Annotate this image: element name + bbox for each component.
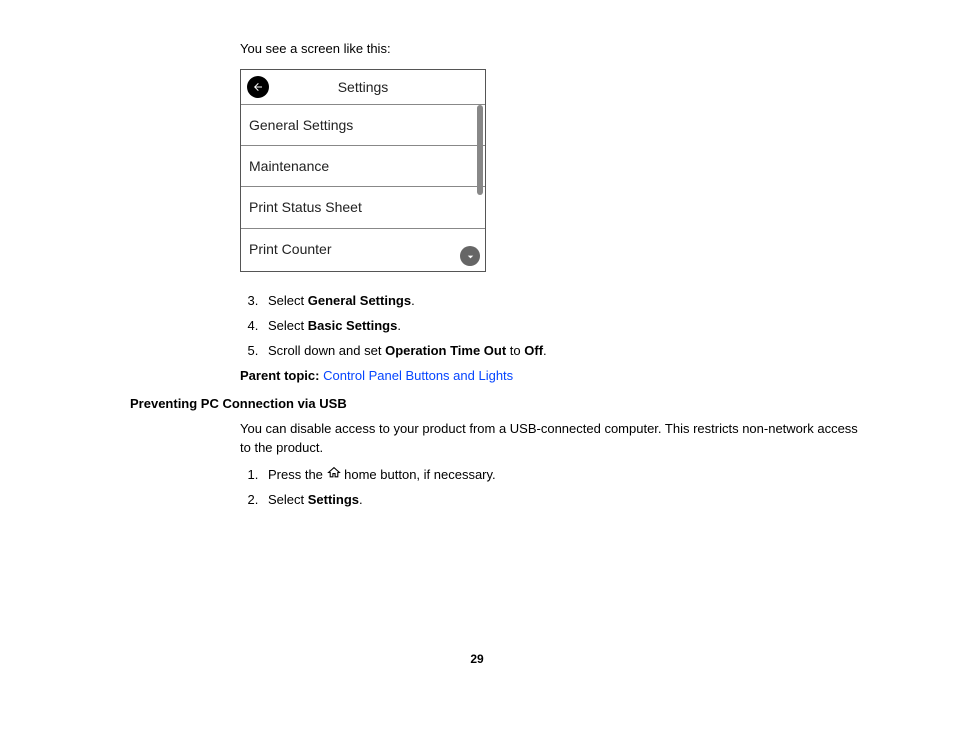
step-bold: Off (524, 343, 543, 358)
instruction-list-a: Select General Settings. Select Basic Se… (240, 292, 864, 361)
back-icon (247, 76, 269, 98)
step-text: . (359, 492, 363, 507)
device-menu-item: Print Status Sheet (241, 187, 485, 228)
step-item: Select Settings. (262, 491, 864, 510)
device-screenshot: Settings General Settings Maintenance Pr… (240, 69, 484, 272)
step-text: Press the (268, 467, 327, 482)
step-text: Select (268, 293, 308, 308)
step-bold: Operation Time Out (385, 343, 506, 358)
device-menu-item: General Settings (241, 105, 485, 146)
section-heading: Preventing PC Connection via USB (130, 395, 894, 414)
parent-topic: Parent topic: Control Panel Buttons and … (240, 367, 864, 386)
step-bold: Basic Settings (308, 318, 398, 333)
device-menu-item: Maintenance (241, 146, 485, 187)
parent-topic-link[interactable]: Control Panel Buttons and Lights (323, 368, 513, 383)
intro-text: You see a screen like this: (240, 40, 864, 59)
home-icon (327, 466, 341, 485)
step-text: . (397, 318, 401, 333)
page-number: 29 (60, 651, 894, 668)
scroll-down-icon (460, 246, 480, 266)
device-menu-item: Print Counter (241, 229, 485, 271)
step-item: Press the home button, if necessary. (262, 466, 864, 485)
step-text: . (543, 343, 547, 358)
section-paragraph: You can disable access to your product f… (240, 420, 864, 458)
step-text: Select (268, 492, 308, 507)
step-text: to (506, 343, 524, 358)
scrollbar-thumb (477, 105, 483, 195)
step-bold: General Settings (308, 293, 411, 308)
step-item: Select General Settings. (262, 292, 864, 311)
instruction-list-b: Press the home button, if necessary. Sel… (240, 466, 864, 510)
device-title: Settings (269, 77, 457, 97)
step-text: Scroll down and set (268, 343, 385, 358)
step-text: home button, if necessary. (341, 467, 496, 482)
parent-topic-label: Parent topic: (240, 368, 319, 383)
step-bold: Settings (308, 492, 359, 507)
step-text: . (411, 293, 415, 308)
step-text: Select (268, 318, 308, 333)
step-item: Scroll down and set Operation Time Out t… (262, 342, 864, 361)
step-item: Select Basic Settings. (262, 317, 864, 336)
